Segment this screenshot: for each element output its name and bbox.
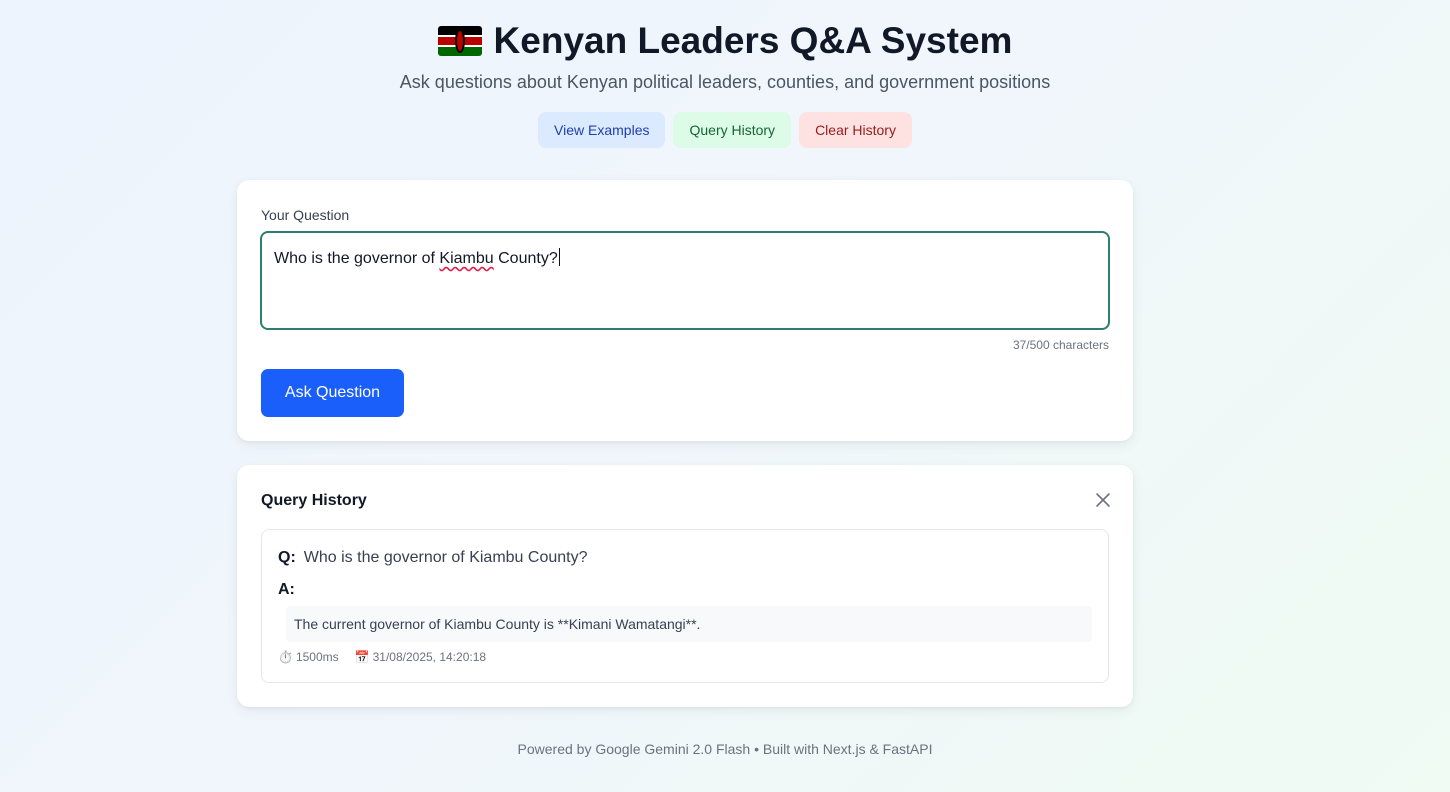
query-history-button[interactable]: Query History	[673, 112, 792, 148]
character-counter: 37/500 characters	[1012, 338, 1109, 352]
question-key: Q:	[278, 549, 296, 566]
answer-key: A:	[278, 581, 295, 598]
page-footer: Powered by Google Gemini 2.0 Flash • Bui…	[517, 741, 933, 757]
action-buttons: View Examples Query History Clear Histor…	[0, 112, 1450, 148]
question-input[interactable]	[260, 231, 1110, 330]
question-input-text: Who is the governor of Kiambu County?	[274, 248, 560, 267]
stopwatch-icon: ⏱️	[278, 650, 293, 664]
page-subtitle: Ask questions about Kenyan political lea…	[399, 72, 1051, 92]
calendar-icon: 📅	[354, 650, 370, 664]
history-question-row: Q: Who is the governor of Kiambu County?	[278, 549, 587, 567]
page-title-row: Kenyan Leaders Q&A System	[0, 18, 1450, 64]
duration-meta: ⏱️ 1500ms	[278, 650, 339, 664]
page-title: Kenyan Leaders Q&A System	[493, 20, 1013, 61]
clear-history-button[interactable]: Clear History	[799, 112, 912, 148]
text-caret	[558, 248, 560, 266]
history-entry: Q: Who is the governor of Kiambu County? …	[261, 529, 1109, 683]
kenya-flag-icon	[437, 26, 482, 56]
question-label: Your Question	[261, 207, 350, 223]
history-title: Query History	[261, 492, 367, 509]
misspelled-word: Kiambu	[439, 250, 494, 267]
ask-question-button[interactable]: Ask Question	[261, 369, 404, 417]
close-icon[interactable]	[1095, 492, 1111, 508]
history-meta: ⏱️ 1500ms 📅 31/08/2025, 14:20:18	[278, 650, 486, 664]
history-answer: The current governor of Kiambu County is…	[286, 606, 1092, 642]
view-examples-button[interactable]: View Examples	[538, 112, 666, 148]
history-question: Who is the governor of Kiambu County?	[303, 549, 588, 566]
timestamp-meta: 📅 31/08/2025, 14:20:18	[354, 650, 487, 664]
question-card: Your Question Who is the governor of Kia…	[237, 180, 1133, 441]
query-history-card: Query History Q: Who is the governor of K…	[237, 465, 1133, 707]
